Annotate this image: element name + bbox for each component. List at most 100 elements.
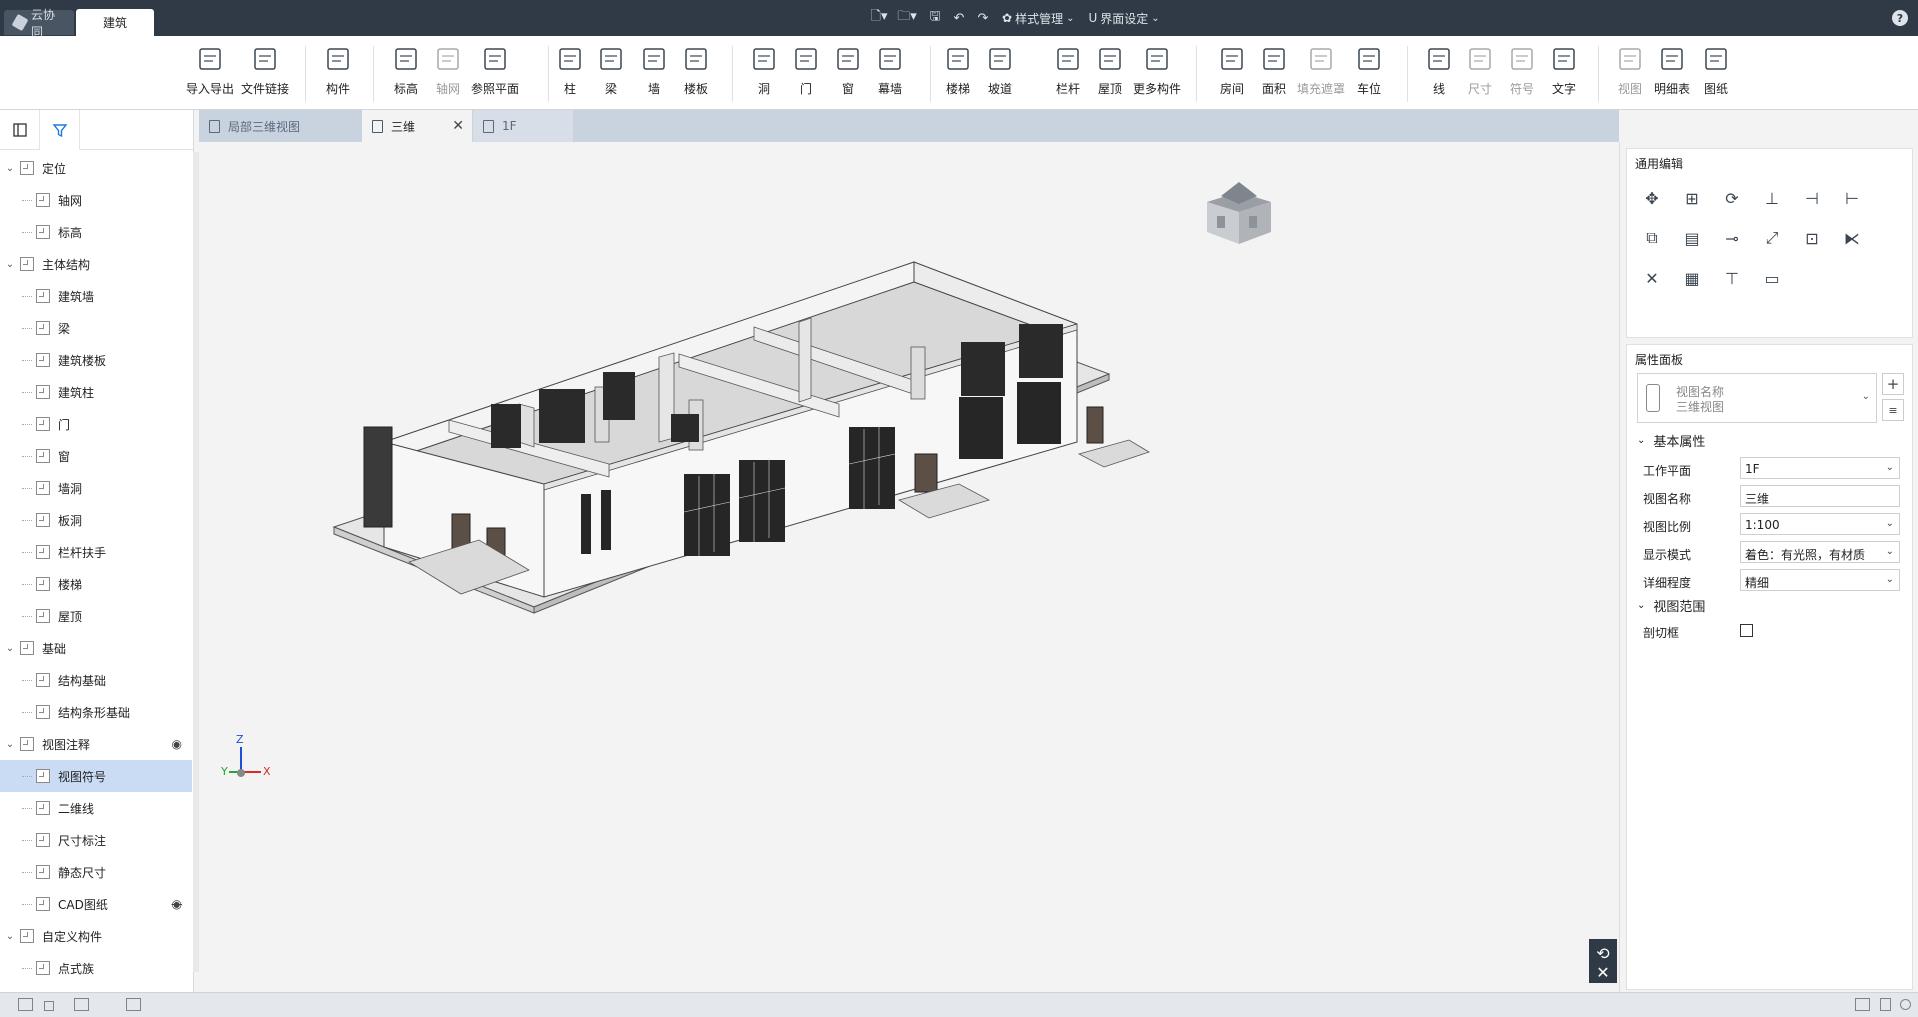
close-nav-icon[interactable]: ✕ bbox=[1589, 961, 1617, 983]
grid-layout-icon[interactable] bbox=[74, 998, 89, 1011]
align-icon[interactable]: ⊥ bbox=[1761, 187, 1783, 209]
tree-item[interactable]: 窗 bbox=[0, 440, 192, 472]
tile-view-icon[interactable] bbox=[18, 998, 33, 1011]
tree-group[interactable]: ⌄ 视图注释 ◉ bbox=[0, 728, 192, 760]
ribbon-button-text[interactable]: 文字 bbox=[1549, 44, 1579, 108]
tree-item[interactable]: 结构基础 bbox=[0, 664, 192, 696]
tab-architecture[interactable]: 建筑 bbox=[76, 9, 154, 36]
tree-item[interactable]: 建筑楼板 bbox=[0, 344, 192, 376]
tree-item[interactable]: 结构条形基础 bbox=[0, 696, 192, 728]
ribbon-button-beam[interactable]: 梁 bbox=[600, 44, 622, 108]
pattern-icon[interactable]: ▦ bbox=[1681, 267, 1703, 289]
offset-icon[interactable]: ▤ bbox=[1681, 227, 1703, 249]
measure-icon[interactable]: ▭ bbox=[1761, 267, 1783, 289]
tree-group[interactable]: ⌄ 自定义构件 bbox=[0, 920, 192, 952]
ribbon-button-sheet[interactable]: 图纸 bbox=[1701, 44, 1731, 108]
help-icon[interactable]: ? bbox=[1892, 10, 1908, 26]
ribbon-button-roof[interactable]: 屋顶 bbox=[1095, 44, 1125, 108]
ribbon-button-curtain-wall[interactable]: 幕墙 bbox=[875, 44, 905, 108]
tree-item[interactable]: 板洞 bbox=[0, 504, 192, 536]
filter-icon[interactable] bbox=[40, 109, 80, 150]
ribbon-button-door[interactable]: 门 bbox=[795, 44, 817, 108]
ribbon-button-fill-mask[interactable]: 填充遮罩 bbox=[1294, 44, 1348, 108]
tree-item[interactable]: 点式族 bbox=[0, 952, 192, 984]
ribbon-button-level[interactable]: 标高 bbox=[391, 44, 421, 108]
ribbon-button-floor[interactable]: 楼板 bbox=[681, 44, 711, 108]
redo-icon[interactable]: ↷ bbox=[972, 0, 994, 36]
ribbon-button-column[interactable]: 柱 bbox=[559, 44, 581, 108]
tree-item[interactable]: 门 bbox=[0, 408, 192, 440]
add-type-icon[interactable]: + bbox=[1882, 373, 1904, 395]
copy-icon[interactable]: ⊞ bbox=[1681, 187, 1703, 209]
tree-item[interactable]: 尺寸标注 bbox=[0, 824, 192, 856]
duplicate-icon[interactable]: ⧉ bbox=[1641, 227, 1663, 249]
tree-item[interactable]: 建筑柱 bbox=[0, 376, 192, 408]
tree-item[interactable]: 标高 bbox=[0, 216, 192, 248]
new-file-icon[interactable]: 🗋▾ bbox=[868, 0, 890, 36]
extend-icon[interactable]: ⊸ bbox=[1721, 227, 1743, 249]
ui-settings-menu[interactable]: Ս 界面设定 ⌄ bbox=[1082, 10, 1165, 27]
close-icon[interactable]: ✕ bbox=[452, 118, 464, 134]
pin-icon[interactable]: ⊤ bbox=[1721, 267, 1743, 289]
tree-item[interactable]: 视图符号 bbox=[0, 760, 192, 792]
eye-hidden-icon[interactable]: ◉ bbox=[172, 897, 182, 911]
save-icon[interactable]: 🖫 bbox=[924, 0, 946, 36]
ribbon-button-line[interactable]: 线 bbox=[1428, 44, 1450, 108]
ribbon-button-grid[interactable]: 轴网 bbox=[433, 44, 463, 108]
ribbon-button-wall[interactable]: 墙 bbox=[643, 44, 665, 108]
tree-item[interactable]: 屋顶 bbox=[0, 600, 192, 632]
settings-icon[interactable] bbox=[1900, 999, 1911, 1010]
doc-icon[interactable] bbox=[1880, 998, 1891, 1011]
ribbon-button-ramp[interactable]: 坡道 bbox=[985, 44, 1015, 108]
property-value-field[interactable]: 精细 ⌄ bbox=[1740, 569, 1900, 591]
table-icon[interactable] bbox=[126, 998, 141, 1011]
ribbon-button-file-link[interactable]: 文件链接 bbox=[238, 44, 292, 108]
ribbon-button-railing[interactable]: 栏杆 bbox=[1053, 44, 1083, 108]
view-cube-icon[interactable] bbox=[1199, 174, 1279, 249]
style-manage-menu[interactable]: ✿ 样式管理 ⌄ bbox=[996, 10, 1080, 27]
ribbon-button-opening[interactable]: 洞 bbox=[753, 44, 775, 108]
scale-icon[interactable]: ⤢ bbox=[1761, 227, 1783, 249]
tree-item[interactable]: 轴网 bbox=[0, 184, 192, 216]
ribbon-button-cad-import[interactable]: 导入导出 bbox=[183, 44, 237, 108]
trim-icon[interactable]: ⊢ bbox=[1841, 187, 1863, 209]
section-box-checkbox[interactable] bbox=[1740, 624, 1753, 637]
ribbon-button-view[interactable]: 视图 bbox=[1615, 44, 1645, 108]
mirror-icon[interactable]: ⧔ bbox=[1841, 227, 1863, 249]
ribbon-button-more-components[interactable]: 更多构件 bbox=[1130, 44, 1184, 108]
property-value-field[interactable]: 着色：有光照，有材质 ⌄ bbox=[1740, 541, 1900, 563]
ribbon-button-parking[interactable]: 车位 bbox=[1354, 44, 1384, 108]
property-value-field[interactable]: 1:100 ⌄ bbox=[1740, 513, 1900, 535]
view-range-section[interactable]: ⌄ 视图范围 bbox=[1637, 596, 1705, 615]
delete-icon[interactable]: ✕ bbox=[1641, 267, 1663, 289]
view-type-selector[interactable]: 视图名称 三维视图 ⌄ bbox=[1637, 373, 1877, 423]
array-icon[interactable]: ⊡ bbox=[1801, 227, 1823, 249]
ribbon-button-symbol[interactable]: 符号 bbox=[1507, 44, 1537, 108]
tab-1f[interactable]: 1F bbox=[473, 110, 573, 142]
tree-item[interactable]: 二维线 bbox=[0, 792, 192, 824]
tree-group[interactable]: ⌄ 定位 bbox=[0, 152, 192, 184]
tree-item[interactable]: CAD图纸 ◉ bbox=[0, 888, 192, 920]
property-value-field[interactable]: 三维 bbox=[1740, 485, 1900, 507]
split-icon[interactable]: ⊣ bbox=[1801, 187, 1823, 209]
tab-3d[interactable]: 三维 ✕ bbox=[362, 110, 472, 142]
tab-partial-3d[interactable]: 局部三维视图 bbox=[199, 110, 361, 142]
tree-group[interactable]: ⌄ 基础 bbox=[0, 632, 192, 664]
page-icon[interactable] bbox=[1855, 998, 1870, 1011]
open-file-icon[interactable]: 🗀▾ bbox=[892, 0, 922, 36]
ribbon-button-component[interactable]: 构件 bbox=[323, 44, 353, 108]
rotate-icon[interactable]: ⟳ bbox=[1721, 187, 1743, 209]
basic-properties-section[interactable]: ⌄ 基本属性 bbox=[1637, 431, 1705, 450]
type-list-icon[interactable]: ≡ bbox=[1882, 399, 1904, 421]
panel-toggle-icon[interactable] bbox=[0, 109, 40, 150]
ribbon-button-window[interactable]: 窗 bbox=[837, 44, 859, 108]
ribbon-button-room[interactable]: 房间 bbox=[1217, 44, 1247, 108]
ribbon-button-dimension[interactable]: 尺寸 bbox=[1465, 44, 1495, 108]
tree-item[interactable]: 栏杆扶手 bbox=[0, 536, 192, 568]
tree-item[interactable]: 楼梯 bbox=[0, 568, 192, 600]
tab-collab[interactable]: 云协同 bbox=[4, 8, 74, 39]
tree-item[interactable]: 梁 bbox=[0, 312, 192, 344]
ribbon-button-schedule[interactable]: 明细表 bbox=[1651, 44, 1693, 108]
ribbon-button-reference-plane[interactable]: 参照平面 bbox=[468, 44, 522, 108]
tree-item[interactable]: 静态尺寸 bbox=[0, 856, 192, 888]
